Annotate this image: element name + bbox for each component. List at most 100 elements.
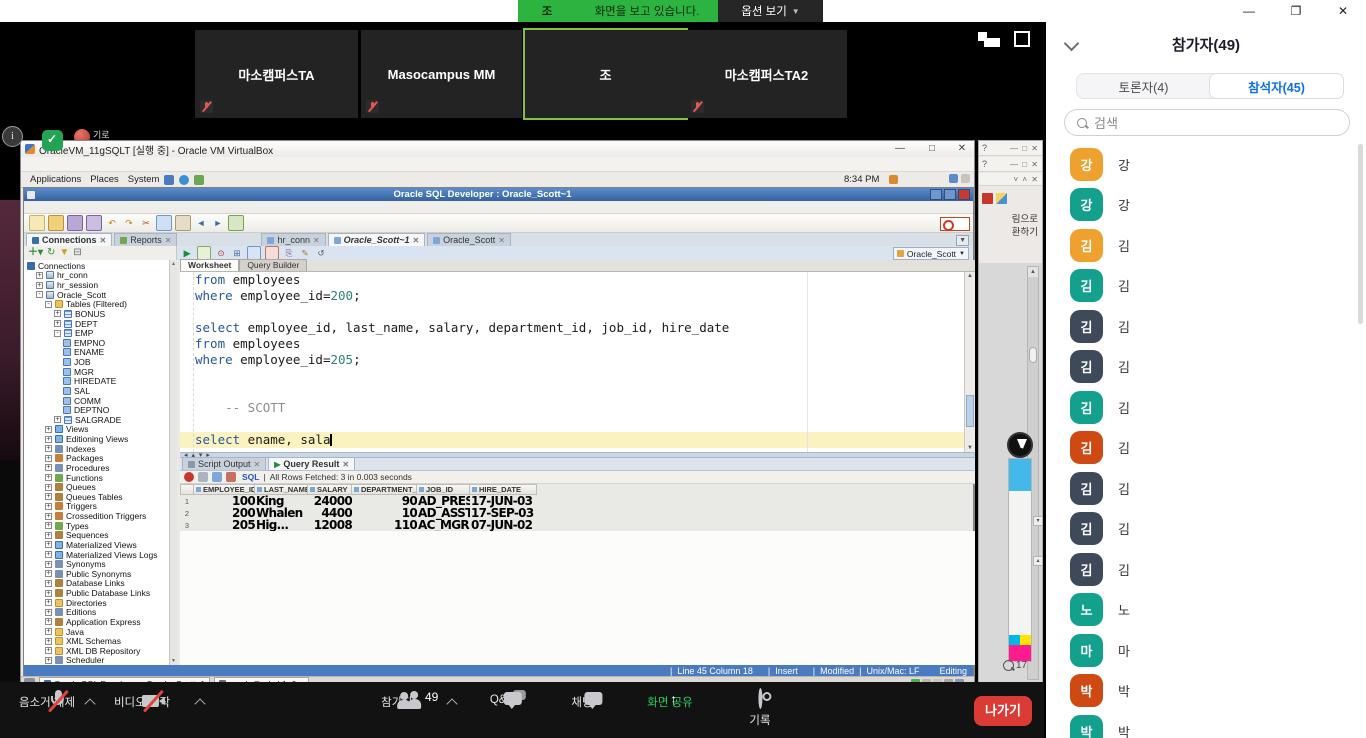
back-icon[interactable]: ◄ [194,216,208,230]
tree-expander[interactable]: + [45,618,52,625]
spinner-down[interactable]: ▾ [1033,516,1043,526]
tree-expander[interactable]: + [45,599,52,606]
tree-node[interactable]: + Indexes [24,444,176,454]
save-icon[interactable] [67,215,83,231]
tab-script-output[interactable]: Script Output✕ [182,457,266,470]
tree-expander[interactable]: + [45,561,52,568]
cyan-swatch[interactable] [1009,635,1020,645]
tree-expander[interactable]: + [54,310,61,317]
tree-node[interactable]: + XML Schemas [24,636,176,646]
video-tile[interactable]: 마소캠퍼스TA2 [686,30,847,118]
tree-expander[interactable]: + [45,638,52,645]
participant-row[interactable]: 김 김 [1046,306,1366,347]
tree-expander[interactable]: - [54,330,61,337]
gnome-menu-places[interactable]: Places [90,174,119,185]
participant-row[interactable]: 박 박 [1046,671,1366,712]
tree-node[interactable]: + Procedures [24,463,176,473]
tree-expander[interactable]: + [45,541,52,548]
history-icon[interactable]: ↺ [315,247,327,259]
tree-node[interactable]: + Java [24,627,176,637]
tree-expander[interactable]: + [45,657,52,664]
participant-row[interactable]: 김 김 [1046,347,1366,388]
save-all-icon[interactable] [86,215,102,231]
participant-row[interactable]: 김 김 [1046,387,1366,428]
start-video-button[interactable]: 비디오 시작 [114,690,170,710]
tree-expander[interactable]: + [45,551,52,558]
tree-expander[interactable]: + [45,513,52,520]
scroll-up-arrow[interactable]: ▲ [1028,267,1038,277]
redo-icon[interactable]: ↷ [122,216,136,230]
participants-button[interactable]: 49 참가자 [381,690,413,710]
magnifier-control[interactable]: 17 [1003,656,1033,674]
gnome-browser-icon[interactable] [179,175,189,185]
video-tile[interactable]: Masocampus MM [361,30,522,118]
epic-pen-logo[interactable] [1007,432,1033,458]
speaker-icon[interactable] [889,175,898,184]
tree-node[interactable]: HIREDATE [24,377,176,387]
tree-node[interactable]: + Triggers [24,502,176,512]
tree-expander[interactable]: + [45,445,52,452]
view-layout-icon[interactable] [978,32,1000,47]
tree-node[interactable]: + Views [24,425,176,435]
tab-query-result[interactable]: ▶ Query Result✕ [268,457,355,470]
tree-node[interactable]: + Queues Tables [24,492,176,502]
gnome-launcher-icon[interactable] [164,175,174,185]
tab-overflow-button[interactable]: ▼ [956,235,969,246]
participant-row[interactable]: 김 김 [1046,428,1366,469]
tab-attendees[interactable]: 참석자(45) [1209,73,1344,99]
video-tile[interactable]: 조 [523,28,688,120]
tree-node[interactable]: + BONUS [24,309,176,319]
tree-scrollbar[interactable]: ▲▼ [169,260,177,665]
forward-icon[interactable]: ► [211,216,225,230]
tree-node[interactable]: JOB [24,357,176,367]
close-button[interactable]: ✕ [1326,0,1360,22]
spinner-up[interactable]: ▴ [1033,556,1043,566]
scroll-thumb[interactable] [1029,347,1037,363]
participant-row[interactable]: 김 김 [1046,225,1366,266]
participant-row[interactable]: 김 김 [1046,509,1366,550]
tree-expander[interactable]: + [45,609,52,616]
participant-list-scrollbar[interactable] [1358,144,1363,324]
rollback-icon[interactable] [265,246,279,260]
tree-node[interactable]: + Directories [24,598,176,608]
tree-expander[interactable]: + [45,455,52,462]
tree-node[interactable]: - EMP [24,328,176,338]
mic-options-chevron-icon[interactable] [84,698,95,709]
tree-node[interactable]: + Public Synonyms [24,569,176,579]
tree-expander[interactable]: + [45,580,52,587]
participant-row[interactable]: 김 김 [1046,468,1366,509]
pin-icon[interactable] [184,472,194,482]
editor-scrollbar[interactable]: ▲▼ [964,272,975,452]
virtualbox-titlebar[interactable]: OracleVM_11gSQLT [실행 중] - Oracle VM Virt… [21,141,974,158]
fetch-icon[interactable] [212,472,222,482]
grid-row[interactable]: 3205Hig...12008110AC_MGR07-JUN-02 [180,519,975,531]
compile-icon[interactable] [228,215,244,231]
qna-button[interactable]: Q&A [490,690,514,706]
participant-row[interactable]: 노 노 [1046,590,1366,631]
tree-expander[interactable]: + [45,503,52,510]
print-icon[interactable] [198,472,208,482]
gnome-help-icon[interactable] [194,175,204,185]
tree-node[interactable]: + Materialized Views Logs [24,550,176,560]
fullscreen-icon[interactable] [1014,31,1030,47]
tree-node[interactable]: + Queues [24,482,176,492]
tree-node[interactable]: + Application Express [24,617,176,627]
participant-search-input[interactable]: 검색 [1064,109,1350,136]
tree-node[interactable]: + Editioning Views [24,434,176,444]
tree-node[interactable]: + Materialized Views [24,540,176,550]
tab-worksheet[interactable]: Worksheet [180,259,239,271]
record-button[interactable]: 기록 [749,690,770,728]
participant-row[interactable]: 강 강 [1046,185,1366,226]
collapse-all-icon[interactable]: ⊟ [73,248,81,258]
video-tile[interactable]: 마소캠퍼스TA [195,30,358,118]
tree-node[interactable]: - Oracle_Scott [24,290,176,300]
tree-expander[interactable]: + [36,282,43,289]
tree-node[interactable]: + Sequences [24,531,176,541]
view-options-button[interactable]: 옵션 보기▼ [718,0,823,22]
tree-node[interactable]: MGR [24,367,176,377]
video-options-chevron-icon[interactable] [194,698,205,709]
run-script-icon[interactable] [197,246,211,260]
tree-node[interactable]: + Functions [24,473,176,483]
sqldev-window-controls[interactable] [930,189,970,200]
tab-reports[interactable]: Reports✕ [114,233,177,246]
